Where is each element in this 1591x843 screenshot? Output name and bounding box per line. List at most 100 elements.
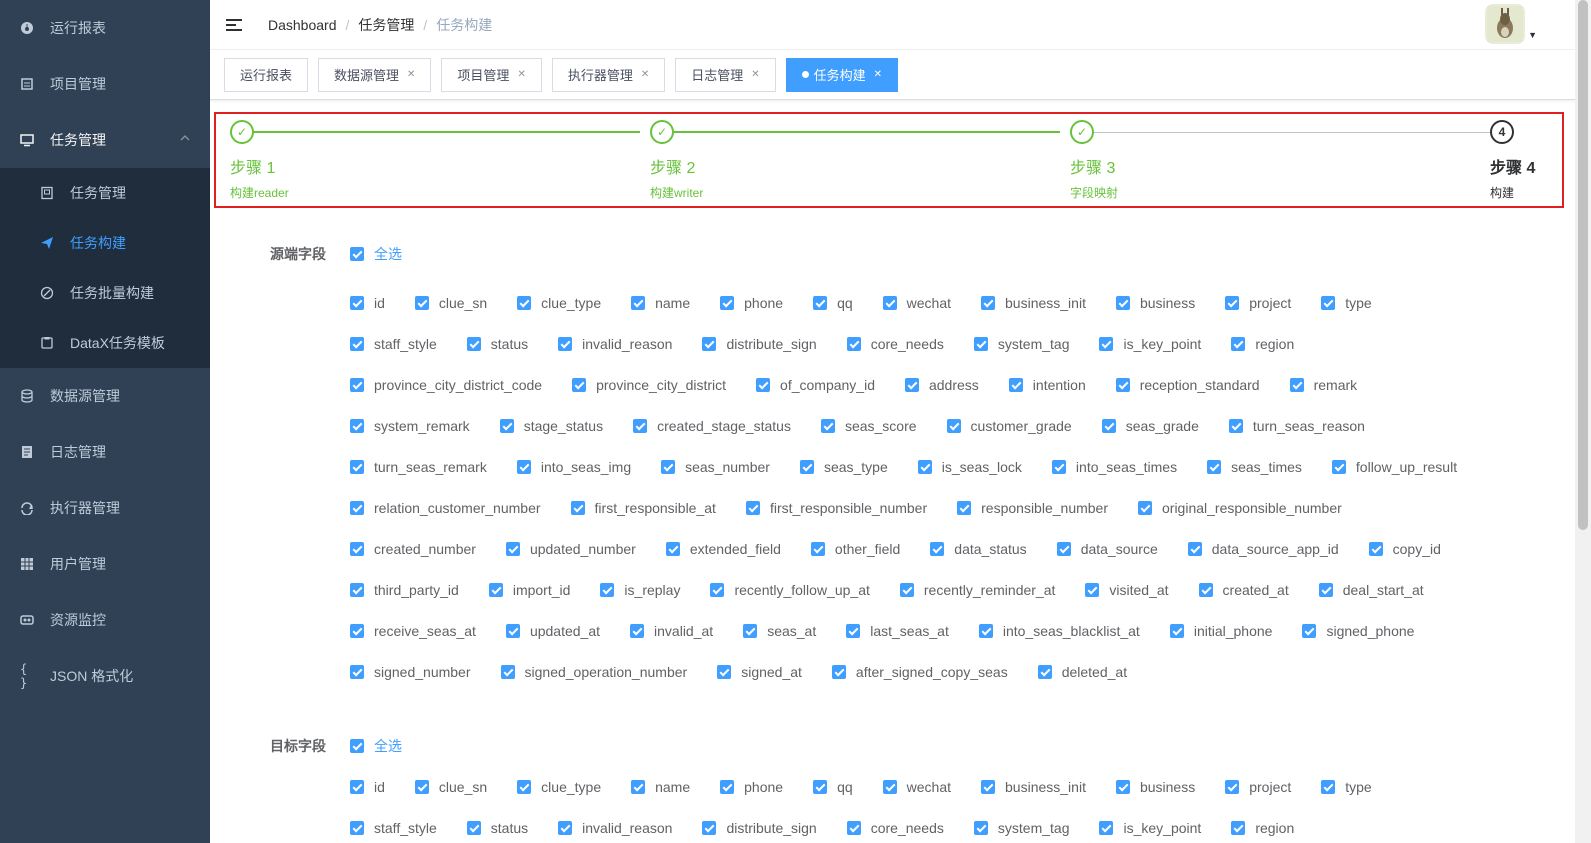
- field-checkbox-system-tag[interactable]: system_tag: [973, 820, 1069, 836]
- field-checkbox-deleted-at[interactable]: deleted_at: [1037, 664, 1127, 680]
- checkbox[interactable]: [813, 295, 828, 310]
- caret-down-icon[interactable]: ▼: [1528, 30, 1537, 40]
- field-checkbox-core-needs[interactable]: core_needs: [846, 820, 944, 836]
- checkbox[interactable]: [517, 779, 532, 794]
- checkbox[interactable]: [1302, 623, 1317, 638]
- checkbox[interactable]: [350, 247, 364, 261]
- field-checkbox-turn-seas-reason[interactable]: turn_seas_reason: [1228, 418, 1365, 434]
- checkbox[interactable]: [1231, 820, 1246, 835]
- field-checkbox-updated-number[interactable]: updated_number: [505, 541, 636, 557]
- checkbox[interactable]: [631, 779, 646, 794]
- field-checkbox-relation-customer-number[interactable]: relation_customer_number: [350, 500, 541, 516]
- checkbox[interactable]: [957, 500, 972, 515]
- checkbox[interactable]: [631, 295, 646, 310]
- field-checkbox-type[interactable]: type: [1321, 295, 1372, 311]
- checkbox[interactable]: [813, 779, 828, 794]
- field-checkbox-follow-up-result[interactable]: follow_up_result: [1331, 459, 1457, 475]
- hamburger-icon[interactable]: [226, 15, 246, 35]
- checkbox[interactable]: [846, 623, 861, 638]
- field-checkbox-signed-operation-number[interactable]: signed_operation_number: [500, 664, 687, 680]
- checkbox[interactable]: [1056, 541, 1071, 556]
- checkbox[interactable]: [350, 820, 364, 835]
- field-checkbox-qq[interactable]: qq: [813, 779, 853, 795]
- checkbox[interactable]: [702, 820, 717, 835]
- close-icon[interactable]: ✕: [517, 69, 525, 80]
- checkbox[interactable]: [350, 418, 364, 433]
- sidebar-subitem-datax-template[interactable]: DataX任务模板: [0, 318, 210, 368]
- source-check-all[interactable]: 全选: [350, 244, 402, 264]
- field-checkbox-is-seas-lock[interactable]: is_seas_lock: [917, 459, 1022, 475]
- checkbox[interactable]: [1368, 541, 1383, 556]
- checkbox[interactable]: [350, 377, 364, 392]
- checkbox[interactable]: [720, 295, 735, 310]
- checkbox[interactable]: [973, 820, 988, 835]
- field-checkbox-recently-reminder-at[interactable]: recently_reminder_at: [899, 582, 1055, 598]
- checkbox[interactable]: [981, 295, 996, 310]
- field-checkbox-province-city-district[interactable]: province_city_district: [572, 377, 726, 393]
- checkbox[interactable]: [1115, 377, 1130, 392]
- checkbox[interactable]: [1289, 377, 1304, 392]
- field-checkbox-business[interactable]: business: [1115, 295, 1195, 311]
- checkbox[interactable]: [810, 541, 825, 556]
- field-checkbox-created-number[interactable]: created_number: [350, 541, 476, 557]
- checkbox[interactable]: [1115, 779, 1130, 794]
- field-checkbox-invalid-at[interactable]: invalid_at: [630, 623, 713, 639]
- field-checkbox-receive-seas-at[interactable]: receive_seas_at: [350, 623, 476, 639]
- checkbox[interactable]: [1169, 623, 1184, 638]
- checkbox[interactable]: [820, 418, 835, 433]
- field-checkbox-invalid-reason[interactable]: invalid_reason: [558, 820, 672, 836]
- close-icon[interactable]: ✕: [641, 69, 649, 80]
- checkbox[interactable]: [1085, 582, 1100, 597]
- field-checkbox-data-status[interactable]: data_status: [930, 541, 1027, 557]
- checkbox[interactable]: [1331, 459, 1346, 474]
- field-checkbox-seas-times[interactable]: seas_times: [1207, 459, 1302, 475]
- checkbox[interactable]: [1099, 336, 1114, 351]
- breadcrumb-task-management[interactable]: 任务管理: [358, 15, 414, 35]
- field-checkbox-first-responsible-number[interactable]: first_responsible_number: [745, 500, 927, 516]
- field-checkbox-visited-at[interactable]: visited_at: [1085, 582, 1169, 598]
- field-checkbox-created-stage-status[interactable]: created_stage_status: [633, 418, 791, 434]
- field-checkbox-original-responsible-number[interactable]: original_responsible_number: [1138, 500, 1342, 516]
- field-checkbox-name[interactable]: name: [631, 779, 690, 795]
- checkbox[interactable]: [1318, 582, 1333, 597]
- checkbox[interactable]: [499, 418, 514, 433]
- checkbox[interactable]: [899, 582, 914, 597]
- field-checkbox-after-signed-copy-seas[interactable]: after_signed_copy_seas: [831, 664, 1008, 680]
- field-checkbox-wechat[interactable]: wechat: [882, 295, 951, 311]
- checkbox[interactable]: [882, 295, 897, 310]
- checkbox[interactable]: [350, 739, 364, 753]
- checkbox[interactable]: [1187, 541, 1202, 556]
- field-checkbox-is-key-point[interactable]: is_key_point: [1099, 336, 1201, 352]
- field-checkbox-customer-grade[interactable]: customer_grade: [946, 418, 1072, 434]
- checkbox[interactable]: [350, 295, 364, 310]
- field-checkbox-region[interactable]: region: [1231, 820, 1294, 836]
- field-checkbox-first-responsible-at[interactable]: first_responsible_at: [570, 500, 716, 516]
- field-checkbox-deal-start-at[interactable]: deal_start_at: [1318, 582, 1424, 598]
- field-checkbox-turn-seas-remark[interactable]: turn_seas_remark: [350, 459, 487, 475]
- sidebar-subitem-batch-build[interactable]: 任务批量构建: [0, 268, 210, 318]
- checkbox[interactable]: [414, 779, 429, 794]
- field-checkbox-data-source-app-id[interactable]: data_source_app_id: [1187, 541, 1339, 557]
- checkbox[interactable]: [799, 459, 814, 474]
- checkbox[interactable]: [1228, 418, 1243, 433]
- sidebar-subitem-task-build[interactable]: 任务构建: [0, 218, 210, 268]
- checkbox[interactable]: [702, 336, 717, 351]
- checkbox[interactable]: [981, 779, 996, 794]
- field-checkbox-into-seas-blacklist-at[interactable]: into_seas_blacklist_at: [978, 623, 1140, 639]
- field-checkbox-responsible-number[interactable]: responsible_number: [957, 500, 1108, 516]
- field-checkbox-id[interactable]: id: [350, 779, 385, 795]
- checkbox[interactable]: [350, 623, 364, 638]
- checkbox[interactable]: [1321, 295, 1336, 310]
- field-checkbox-updated-at[interactable]: updated_at: [505, 623, 600, 639]
- field-checkbox-phone[interactable]: phone: [720, 779, 783, 795]
- sidebar-item-project[interactable]: 项目管理: [0, 56, 210, 112]
- checkbox[interactable]: [350, 541, 364, 556]
- breadcrumb-dashboard[interactable]: Dashboard: [268, 17, 337, 33]
- checkbox[interactable]: [1051, 459, 1066, 474]
- field-checkbox-stage-status[interactable]: stage_status: [499, 418, 603, 434]
- checkbox[interactable]: [665, 541, 680, 556]
- checkbox[interactable]: [516, 459, 531, 474]
- scrollbar[interactable]: [1575, 0, 1591, 843]
- field-checkbox-region[interactable]: region: [1231, 336, 1294, 352]
- checkbox[interactable]: [505, 623, 520, 638]
